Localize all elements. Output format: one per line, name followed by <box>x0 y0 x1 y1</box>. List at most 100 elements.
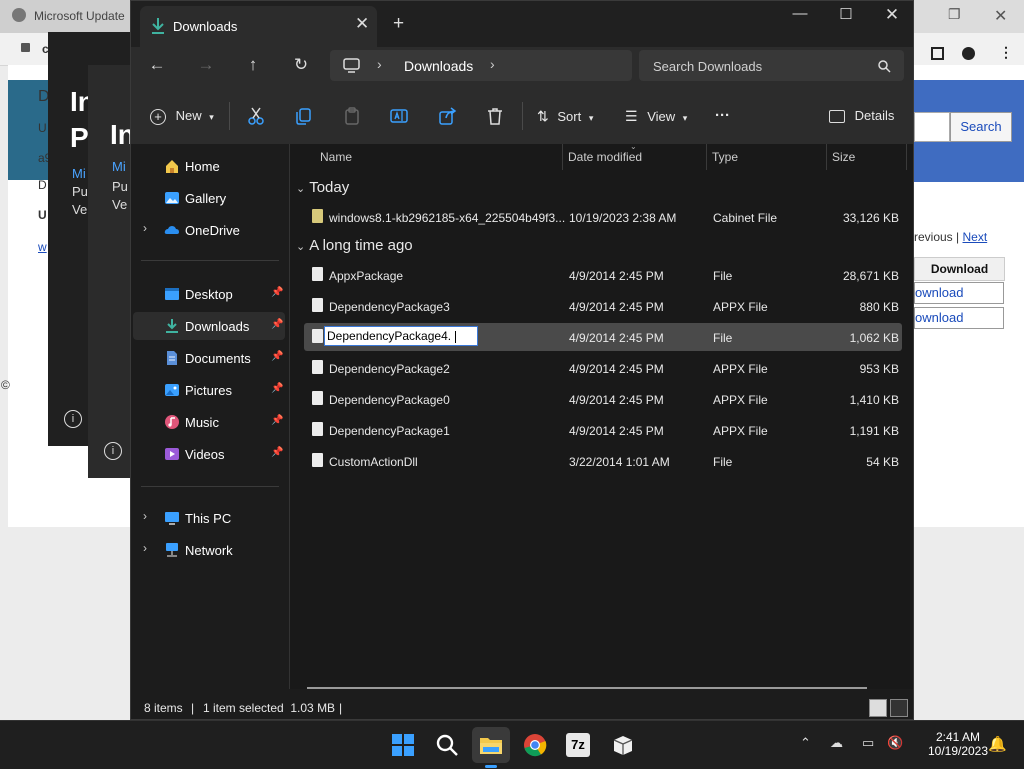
close-window-icon[interactable]: ✕ <box>869 5 915 29</box>
horizontal-scrollbar[interactable] <box>307 687 867 689</box>
table-row[interactable]: DependencyPackage2 4/9/2014 2:45 PM APPX… <box>304 354 902 382</box>
browser-close-icon[interactable]: ✕ <box>994 6 1007 26</box>
notification-bell-icon[interactable]: 🔔 <box>988 735 1007 753</box>
sidebar-item-videos[interactable]: Videos 📌 <box>131 440 287 468</box>
details-pane-button[interactable]: Details <box>829 103 894 129</box>
sidebar-item-documents[interactable]: Documents 📌 <box>131 344 287 372</box>
more-options-icon[interactable]: ··· <box>715 103 730 129</box>
sidebar-item-gallery[interactable]: Gallery <box>131 184 287 212</box>
share-icon[interactable] <box>438 106 458 126</box>
column-divider[interactable] <box>562 144 563 170</box>
tab-close-icon[interactable]: ✕ <box>355 14 369 34</box>
dialog-publisher-link[interactable]: Mi <box>112 159 126 174</box>
column-header-size[interactable]: Size <box>832 150 855 164</box>
search-icon[interactable] <box>435 733 459 757</box>
sidebar-item-home[interactable]: Home <box>131 152 287 180</box>
back-icon[interactable]: ← <box>142 55 172 79</box>
column-header-name[interactable]: Name <box>320 150 352 164</box>
column-divider[interactable] <box>906 144 907 170</box>
sidebar-item-onedrive[interactable]: › OneDrive <box>131 216 287 244</box>
delete-icon[interactable] <box>485 106 505 126</box>
new-tab-icon[interactable]: + <box>393 13 404 35</box>
breadcrumb-chevron-icon[interactable]: › <box>490 56 495 72</box>
pager-previous[interactable]: revious <box>914 230 953 244</box>
rename-input[interactable]: DependencyPackage4. <box>324 326 478 346</box>
table-row[interactable]: AppxPackage 4/9/2014 2:45 PM File 28,671… <box>304 261 902 289</box>
maximize-icon[interactable]: ☐ <box>823 5 869 29</box>
breadcrumb-chevron-icon[interactable]: › <box>377 56 382 72</box>
info-icon[interactable]: i <box>104 442 122 460</box>
column-header-date[interactable]: Date modified <box>568 150 642 164</box>
restore-icon[interactable]: ❐ <box>948 6 961 23</box>
sidebar-item-music[interactable]: Music 📌 <box>131 408 287 436</box>
table-row-selected[interactable]: DependencyPackage4. 4/9/2014 2:45 PM Fil… <box>304 323 902 351</box>
pin-icon[interactable]: 📌 <box>271 319 283 330</box>
up-icon[interactable]: ↑ <box>238 55 268 79</box>
sidebar-icon[interactable] <box>931 47 944 60</box>
table-row[interactable]: DependencyPackage1 4/9/2014 2:45 PM APPX… <box>304 416 902 444</box>
expand-chevron-icon[interactable]: › <box>143 541 147 555</box>
windows-start-icon[interactable] <box>391 733 415 757</box>
details-view-icon[interactable] <box>869 699 887 717</box>
rename-icon[interactable] <box>389 106 409 126</box>
7zip-icon[interactable]: 7z <box>566 733 590 757</box>
file-explorer-icon[interactable] <box>479 733 503 757</box>
sidebar-item-network[interactable]: › Network <box>131 536 287 564</box>
sidebar-item-desktop[interactable]: Desktop 📌 <box>131 280 287 308</box>
collapse-chevron-icon[interactable]: ⌄ <box>296 183 305 195</box>
pager-next[interactable]: Next <box>963 230 988 244</box>
pin-icon[interactable]: 📌 <box>271 287 283 298</box>
chrome-icon[interactable] <box>523 733 547 757</box>
table-row[interactable]: CustomActionDll 3/22/2014 1:01 AM File 5… <box>304 447 902 475</box>
pin-icon[interactable]: 📌 <box>271 415 283 426</box>
column-header-type[interactable]: Type <box>712 150 738 164</box>
view-button[interactable]: ☰ View ▾ <box>625 103 687 129</box>
column-divider[interactable] <box>826 144 827 170</box>
volume-muted-icon[interactable]: 🔇 <box>887 735 903 751</box>
profile-icon[interactable] <box>962 47 975 60</box>
sidebar-item-pictures[interactable]: Pictures 📌 <box>131 376 287 404</box>
sidebar-item-thispc[interactable]: › This PC <box>131 504 287 532</box>
group-header-today[interactable]: ⌄ Today <box>296 179 349 196</box>
network-tray-icon[interactable]: ▭ <box>862 735 874 751</box>
info-icon[interactable]: i <box>64 410 82 428</box>
breadcrumb-downloads[interactable]: Downloads <box>404 58 473 74</box>
paste-icon[interactable] <box>342 106 362 126</box>
expand-chevron-icon[interactable]: › <box>143 509 147 523</box>
browser-tab[interactable]: Microsoft Update <box>0 0 135 33</box>
page-link-fragment[interactable]: w <box>38 240 47 254</box>
copy-icon[interactable] <box>294 106 314 126</box>
catalog-search-button[interactable]: Search <box>950 112 1012 142</box>
cut-icon[interactable] <box>246 106 266 126</box>
download-link[interactable]: ownload <box>914 307 1004 329</box>
pin-icon[interactable]: 📌 <box>271 383 283 394</box>
clock[interactable]: 2:41 AM 10/19/2023 <box>923 730 993 758</box>
expand-chevron-icon[interactable]: › <box>143 221 147 235</box>
new-button[interactable]: + New ▾ <box>150 103 214 129</box>
column-divider[interactable] <box>706 144 707 170</box>
dialog-publisher-link[interactable]: Mi <box>72 166 86 181</box>
search-input[interactable]: Search Downloads <box>639 50 904 81</box>
browser-menu-icon[interactable]: ⋮ <box>999 44 1013 61</box>
pin-icon[interactable]: 📌 <box>271 447 283 458</box>
show-hidden-icons-chevron-icon[interactable]: ⌃ <box>800 735 811 751</box>
table-row[interactable]: DependencyPackage0 4/9/2014 2:45 PM APPX… <box>304 385 902 413</box>
refresh-icon[interactable]: ↻ <box>286 55 316 79</box>
table-row[interactable]: windows8.1-kb2962185-x64_225504b49f3... … <box>304 203 902 231</box>
onedrive-tray-icon[interactable]: ☁ <box>830 735 843 751</box>
breadcrumb[interactable]: › Downloads › <box>330 50 632 81</box>
forward-icon[interactable]: → <box>191 55 221 79</box>
collapse-chevron-icon[interactable]: ⌄ <box>296 241 305 253</box>
sort-button[interactable]: ⇅ Sort ▾ <box>537 103 593 129</box>
sidebar-item-downloads[interactable]: Downloads 📌 <box>133 312 285 340</box>
file-name: AppxPackage <box>329 269 404 283</box>
catalog-search-input[interactable] <box>914 112 950 142</box>
pin-icon[interactable]: 📌 <box>271 351 283 362</box>
group-header-older[interactable]: ⌄ A long time ago <box>296 237 413 254</box>
download-link[interactable]: ownload <box>914 282 1004 304</box>
tiles-view-icon[interactable] <box>890 699 908 717</box>
minimize-icon[interactable]: — <box>777 5 823 29</box>
package-installer-icon[interactable] <box>611 733 635 757</box>
table-row[interactable]: DependencyPackage3 4/9/2014 2:45 PM APPX… <box>304 292 902 320</box>
explorer-tab-downloads[interactable]: Downloads ✕ <box>140 6 377 47</box>
